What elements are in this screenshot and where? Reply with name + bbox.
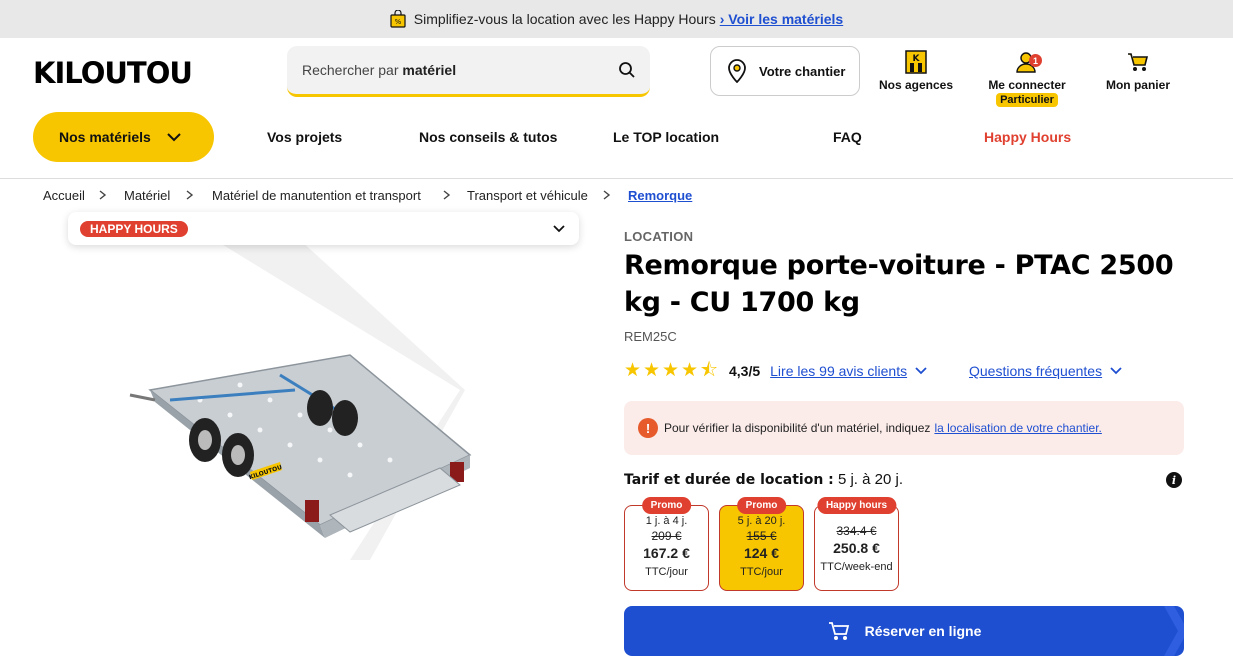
promo-text: Simplifiez-vous la location avec les Hap… — [413, 11, 716, 27]
login-link[interactable]: 1 Me connecter Particulier — [983, 50, 1071, 107]
nav-divider — [0, 178, 1233, 179]
price-option-card-selected[interactable]: Promo 5 j. à 20 j. 155 € 124 € TTC/jour — [719, 497, 804, 591]
search-icon[interactable] — [618, 61, 636, 79]
cart-icon — [828, 622, 849, 640]
price-unit: TTC/jour — [645, 566, 688, 578]
cart-icon — [1128, 53, 1149, 71]
reviews-link[interactable]: Lire les 99 avis clients — [770, 363, 907, 379]
breadcrumb-item[interactable]: Matériel de manutention et transport — [212, 188, 421, 203]
price-current: 250.8 € — [833, 540, 880, 556]
nav-materiels-label: Nos matériels — [59, 129, 151, 145]
warning-icon: ! — [638, 418, 658, 438]
chevron-right-icon — [99, 190, 107, 200]
nav-conseils[interactable]: Nos conseils & tutos — [419, 129, 557, 145]
chevron-right-icon — [603, 190, 611, 200]
chevron-down-icon — [1110, 367, 1122, 375]
breadcrumb-item[interactable]: Transport et véhicule — [467, 188, 588, 203]
info-icon[interactable]: i — [1166, 472, 1182, 488]
location-pin-icon — [728, 59, 746, 83]
promo-link[interactable]: › Voir les matériels — [720, 11, 843, 27]
promo-tag: Promo — [641, 497, 692, 514]
chantier-label: Votre chantier — [759, 63, 846, 79]
shopping-bag-icon: % — [390, 10, 406, 28]
tarif-label: Tarif et durée de location : — [624, 472, 834, 488]
chevron-down-icon — [553, 224, 565, 232]
price-current: 167.2 € — [643, 545, 690, 561]
promo-banner: % Simplifiez-vous la location avec les H… — [0, 0, 1233, 38]
cart-link[interactable]: Mon panier — [1100, 50, 1176, 92]
nav-top-location[interactable]: Le TOP location — [613, 129, 719, 145]
nav-faq[interactable]: FAQ — [833, 129, 862, 145]
nav-projets[interactable]: Vos projets — [267, 129, 342, 145]
chevron-down-icon[interactable] — [915, 367, 927, 375]
rating-score: 4,3/5 — [729, 363, 761, 379]
breadcrumb-item[interactable]: Matériel — [124, 188, 170, 203]
star-half-icon: ⯪ — [700, 360, 718, 381]
store-icon: K — [905, 50, 927, 74]
product-reference: REM25C — [624, 329, 677, 344]
availability-alert: ! Pour vérifier la disponibilité d'un ma… — [624, 401, 1184, 455]
product-image: KILOUTOU — [129, 240, 472, 560]
promo-tag: Promo — [736, 497, 787, 514]
login-label: Me connecter — [988, 78, 1066, 92]
logo-text: KILOUTOU — [33, 56, 193, 90]
price-duration: 1 j. à 4 j. — [645, 515, 688, 527]
notification-badge: 1 — [1029, 54, 1042, 67]
breadcrumb-item[interactable]: Accueil — [43, 188, 85, 203]
price-option-card[interactable]: Promo 1 j. à 4 j. 209 € 167.2 € TTC/jour — [624, 497, 709, 591]
svg-text:K: K — [913, 54, 921, 64]
rating-stars: ★ ★ ★ ★ ⯪ — [624, 360, 719, 381]
alert-location-link[interactable]: la localisation de votre chantier. — [934, 421, 1101, 435]
chevron-down-icon — [167, 132, 181, 141]
star-icon: ★ — [662, 360, 680, 381]
tarif-heading: Tarif et durée de location : 5 j. à 20 j… — [624, 471, 903, 488]
price-current: 124 € — [743, 545, 780, 561]
chevron-right-icon — [443, 190, 451, 200]
product-title: Remorque porte-voiture - PTAC 2500 kg - … — [624, 250, 1174, 318]
search-input[interactable]: Rechercher par matériel — [287, 46, 650, 97]
alert-text: Pour vérifier la disponibilité d'un maté… — [664, 421, 931, 435]
nav-happy-hours[interactable]: Happy Hours — [984, 129, 1071, 145]
chevron-right-icon — [186, 190, 194, 200]
reserve-label: Réserver en ligne — [864, 623, 982, 639]
svg-text:%: % — [394, 18, 401, 26]
price-option-card[interactable]: Happy hours 334.4 € 250.8 € TTC/week-end — [814, 497, 899, 591]
tarif-value: 5 j. à 20 j. — [837, 471, 903, 488]
happy-hours-tag: Happy hours — [816, 497, 897, 514]
happy-hours-dropdown[interactable]: HAPPY HOURS — [68, 212, 579, 245]
price-unit: TTC/jour — [740, 566, 783, 578]
kiloutou-logo[interactable]: KILOUTOU — [33, 56, 193, 90]
price-old: 209 € — [651, 529, 682, 543]
agences-link[interactable]: K Nos agences — [876, 50, 956, 92]
price-old: 155 € — [746, 529, 777, 543]
price-duration: 5 j. à 20 j. — [737, 515, 786, 527]
star-icon: ★ — [681, 360, 699, 381]
reserve-online-button[interactable]: Réserver en ligne — [624, 606, 1184, 656]
product-rating: ★ ★ ★ ★ ⯪ 4,3/5 Lire les 99 avis clients — [624, 360, 927, 381]
faq-link[interactable]: Questions fréquentes — [969, 363, 1122, 379]
star-icon: ★ — [624, 360, 642, 381]
nav-materiels-button[interactable]: Nos matériels — [33, 112, 214, 162]
search-placeholder: Rechercher par matériel — [302, 62, 457, 78]
chantier-button[interactable]: Votre chantier — [710, 46, 860, 96]
account-type-badge: Particulier — [996, 93, 1058, 107]
star-icon: ★ — [643, 360, 661, 381]
happy-hours-tag: HAPPY HOURS — [80, 220, 188, 237]
cart-label: Mon panier — [1105, 78, 1170, 92]
breadcrumb-current[interactable]: Remorque — [628, 188, 692, 203]
faq-link-label[interactable]: Questions fréquentes — [969, 363, 1102, 379]
price-old: 334.4 € — [836, 524, 877, 538]
price-unit: TTC/week-end — [820, 561, 893, 573]
arrow-decoration-icon — [1164, 606, 1184, 656]
agences-label: Nos agences — [878, 78, 954, 92]
product-kicker: LOCATION — [624, 229, 694, 244]
